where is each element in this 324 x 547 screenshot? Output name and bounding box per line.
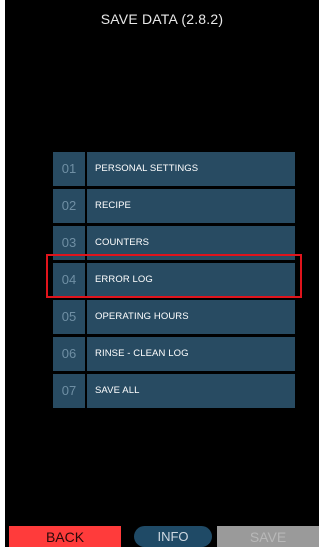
menu-item-personal-settings[interactable]: 01 PERSONAL SETTINGS bbox=[53, 152, 295, 186]
menu-item-number: 04 bbox=[53, 263, 87, 297]
device-screen: SAVE DATA (2.8.2) 01 PERSONAL SETTINGS 0… bbox=[5, 0, 319, 547]
menu-item-number: 07 bbox=[53, 374, 87, 408]
menu-item-label: RECIPE bbox=[95, 200, 131, 211]
footer-bar: BACK INFO SAVE bbox=[5, 526, 319, 547]
menu-item-number: 01 bbox=[53, 152, 87, 186]
menu-item-number: 03 bbox=[53, 226, 87, 260]
info-button[interactable]: INFO bbox=[134, 526, 212, 547]
menu-item-save-all[interactable]: 07 SAVE ALL bbox=[53, 374, 295, 408]
menu-item-label: SAVE ALL bbox=[95, 385, 140, 396]
menu-item-label: RINSE - CLEAN LOG bbox=[95, 348, 189, 359]
save-button[interactable]: SAVE bbox=[217, 526, 319, 547]
menu-item-recipe[interactable]: 02 RECIPE bbox=[53, 189, 295, 223]
menu-item-number: 06 bbox=[53, 337, 87, 371]
menu-item-operating-hours[interactable]: 05 OPERATING HOURS bbox=[53, 300, 295, 334]
menu-item-label: ERROR LOG bbox=[95, 274, 153, 285]
menu-item-label: COUNTERS bbox=[95, 237, 150, 248]
menu-item-label: OPERATING HOURS bbox=[95, 311, 189, 322]
back-button[interactable]: BACK bbox=[9, 526, 121, 547]
menu-item-number: 02 bbox=[53, 189, 87, 223]
page-title: SAVE DATA (2.8.2) bbox=[100, 11, 224, 27]
menu-item-label: PERSONAL SETTINGS bbox=[95, 163, 199, 174]
save-data-menu: 01 PERSONAL SETTINGS 02 RECIPE 03 COUNTE… bbox=[53, 152, 295, 411]
menu-item-number: 05 bbox=[53, 300, 87, 334]
menu-item-error-log[interactable]: 04 ERROR LOG bbox=[53, 263, 295, 297]
menu-item-rinse-clean-log[interactable]: 06 RINSE - CLEAN LOG bbox=[53, 337, 295, 371]
menu-item-counters[interactable]: 03 COUNTERS bbox=[53, 226, 295, 260]
